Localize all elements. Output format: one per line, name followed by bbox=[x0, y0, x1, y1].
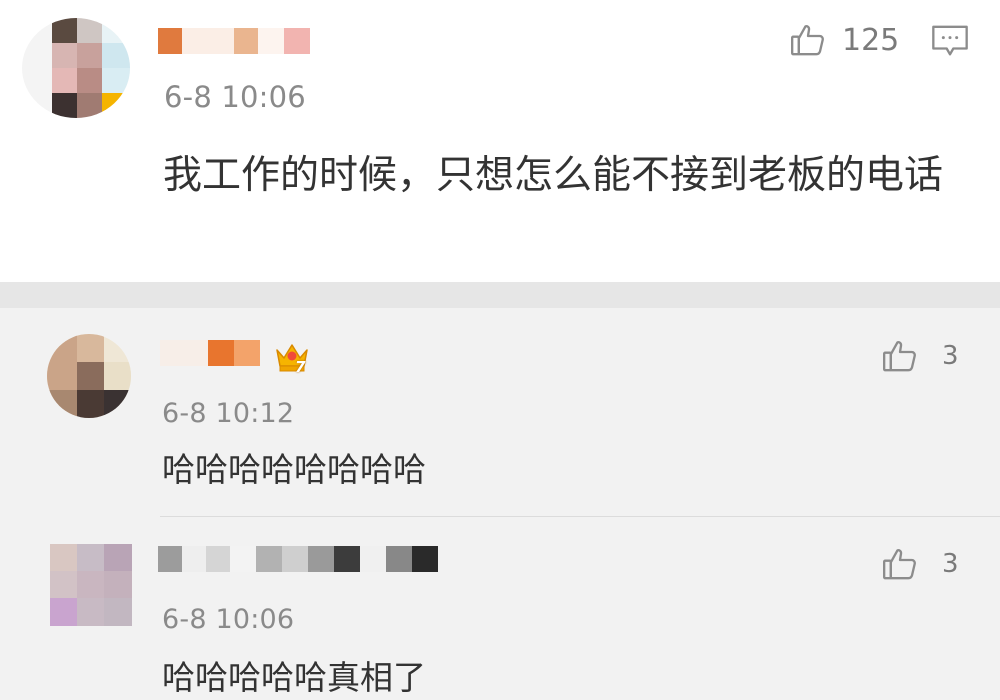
like-button[interactable]: 3 bbox=[880, 336, 959, 376]
username[interactable] bbox=[158, 546, 448, 572]
like-count: 125 bbox=[842, 22, 900, 58]
avatar[interactable] bbox=[50, 544, 132, 626]
badge-level: 7 bbox=[295, 358, 306, 376]
comment-icon[interactable] bbox=[930, 22, 970, 64]
crown-badge-icon: 7 bbox=[272, 336, 312, 380]
section-separator bbox=[0, 282, 1000, 308]
like-button[interactable]: 125 bbox=[788, 20, 899, 60]
thumbs-up-icon bbox=[880, 544, 920, 584]
reply-divider bbox=[160, 516, 1000, 517]
comment-text: 我工作的时候，只想怎么能不接到老板的电话 bbox=[163, 153, 944, 198]
reply-time: 6-8 10:06 bbox=[162, 604, 295, 635]
avatar[interactable] bbox=[47, 334, 131, 418]
thumbs-up-icon bbox=[788, 20, 828, 60]
like-count: 3 bbox=[942, 341, 959, 371]
reply-time: 6-8 10:12 bbox=[162, 398, 295, 429]
username[interactable] bbox=[158, 28, 318, 54]
reply-text: 哈哈哈哈哈哈哈哈 bbox=[162, 450, 426, 489]
reply-text: 哈哈哈哈哈真相了 bbox=[162, 658, 426, 697]
main-comment: 6-8 10:06 我工作的时候，只想怎么能不接到老板的电话 125 bbox=[0, 0, 1000, 282]
thumbs-up-icon bbox=[880, 336, 920, 376]
like-button[interactable]: 3 bbox=[880, 544, 959, 584]
comment-time: 6-8 10:06 bbox=[164, 80, 306, 114]
avatar[interactable] bbox=[22, 18, 130, 118]
like-count: 3 bbox=[942, 549, 959, 579]
reply-list: 7 6-8 10:12 哈哈哈哈哈哈哈哈 3 6-8 10:06 哈哈哈哈哈真相… bbox=[0, 308, 1000, 700]
username[interactable] bbox=[160, 340, 270, 366]
